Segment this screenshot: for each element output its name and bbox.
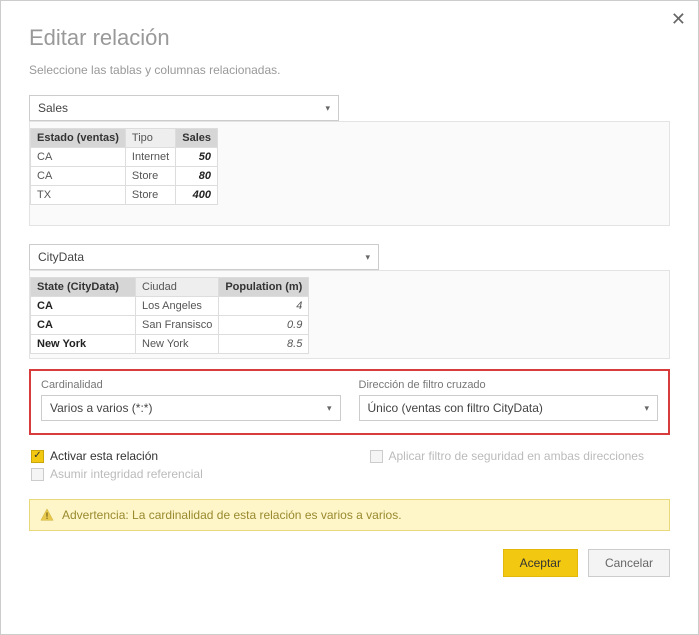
table-row: CA Internet 50 [31, 148, 218, 167]
table1-header-type[interactable]: Tipo [125, 129, 175, 148]
dialog-title: Editar relación [29, 25, 670, 51]
table1-dropdown[interactable]: Sales ▾ [29, 95, 339, 121]
table-row: TX Store 400 [31, 186, 218, 205]
crossfilter-value: Único (ventas con filtro CityData) [368, 401, 543, 415]
table2-header-state[interactable]: State (CityData) [31, 278, 136, 297]
crossfilter-dropdown[interactable]: Único (ventas con filtro CityData) ▾ [359, 395, 659, 421]
close-icon[interactable]: ✕ [671, 9, 686, 30]
cardinality-value: Varios a varios (*:*) [50, 401, 152, 415]
ok-button[interactable]: Aceptar [503, 549, 578, 577]
activate-relationship-checkbox[interactable]: ✓ Activar esta relación [31, 449, 330, 463]
warning-icon [40, 508, 54, 522]
dialog-subtitle: Seleccione las tablas y columnas relacio… [29, 63, 670, 77]
chevron-down-icon: ▾ [325, 103, 330, 114]
table2-selected: CityData [38, 250, 84, 264]
table-row: New York New York 8.5 [31, 335, 309, 354]
table2-header-pop[interactable]: Population (m) [219, 278, 309, 297]
table2-header-city[interactable]: Ciudad [136, 278, 219, 297]
table-row: CA San Fransisco 0.9 [31, 316, 309, 335]
table1-header-state[interactable]: Estado (ventas) [31, 129, 126, 148]
checkbox-icon [31, 468, 44, 481]
activate-relationship-label: Activar esta relación [50, 449, 158, 463]
table1-preview: Estado (ventas) Tipo Sales CA Internet 5… [29, 121, 670, 226]
table-row: CA Los Angeles 4 [31, 297, 309, 316]
table1-grid: Estado (ventas) Tipo Sales CA Internet 5… [30, 128, 218, 205]
security-filter-label: Aplicar filtro de seguridad en ambas dir… [389, 449, 644, 463]
checkbox-icon [370, 450, 383, 463]
dialog-buttons: Aceptar Cancelar [29, 549, 670, 577]
table1-header-sales[interactable]: Sales [176, 129, 218, 148]
chevron-down-icon: ▾ [365, 252, 370, 263]
checkbox-icon: ✓ [31, 450, 44, 463]
table-row: CA Store 80 [31, 167, 218, 186]
table2-grid: State (CityData) Ciudad Population (m) C… [30, 277, 309, 354]
cancel-button[interactable]: Cancelar [588, 549, 670, 577]
cardinality-label: Cardinalidad [41, 379, 341, 391]
referential-integrity-checkbox: Asumir integridad referencial [31, 467, 330, 481]
edit-relationship-dialog: ✕ Editar relación Seleccione las tablas … [0, 0, 699, 635]
referential-integrity-label: Asumir integridad referencial [50, 467, 203, 481]
highlight-frame: Cardinalidad Varios a varios (*:*) ▾ Dir… [29, 369, 670, 435]
table1-selected: Sales [38, 101, 68, 115]
crossfilter-label: Dirección de filtro cruzado [359, 379, 659, 391]
table2-preview: State (CityData) Ciudad Population (m) C… [29, 270, 670, 359]
cardinality-dropdown[interactable]: Varios a varios (*:*) ▾ [41, 395, 341, 421]
chevron-down-icon: ▾ [327, 403, 332, 414]
security-filter-checkbox: Aplicar filtro de seguridad en ambas dir… [370, 449, 669, 463]
table2-dropdown[interactable]: CityData ▾ [29, 244, 379, 270]
warning-text: Advertencia: La cardinalidad de esta rel… [62, 508, 402, 522]
chevron-down-icon: ▾ [644, 403, 649, 414]
warning-banner: Advertencia: La cardinalidad de esta rel… [29, 499, 670, 531]
